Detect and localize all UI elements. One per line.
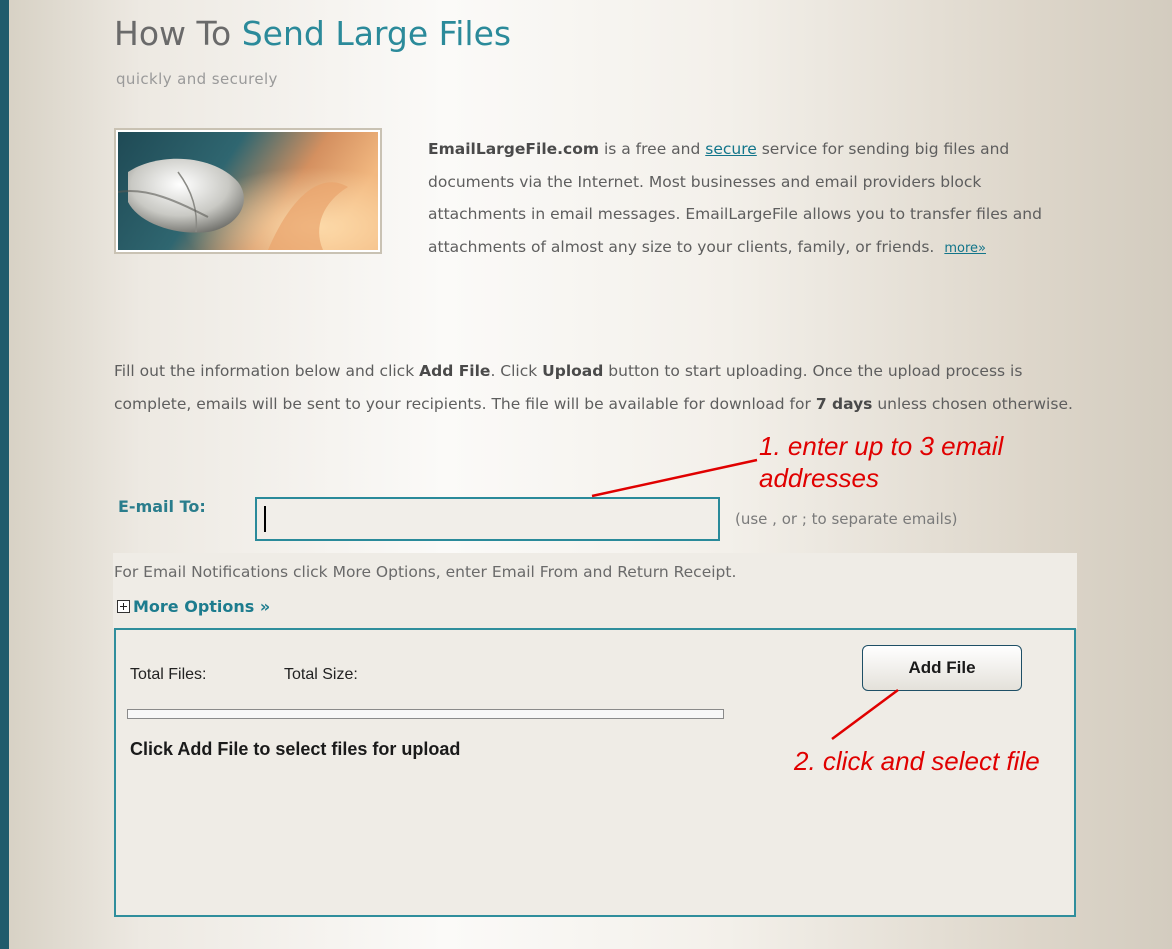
add-file-button[interactable]: Add File	[862, 645, 1022, 691]
page-title-accent: Send Large Files	[241, 14, 512, 53]
secure-link[interactable]: secure	[705, 140, 757, 158]
hero-image	[114, 128, 382, 254]
upload-progress-bar	[127, 709, 724, 719]
info-days: 7 days	[815, 394, 873, 413]
info-part1: Fill out the information below and click	[114, 362, 420, 380]
annotation-step-1: 1. enter up to 3 email addresses	[759, 431, 1004, 493]
more-options-toggle[interactable]: More Options »	[117, 597, 270, 616]
info-add-file: Add File	[419, 362, 491, 380]
upload-instructions: Click Add File to select files for uploa…	[130, 739, 461, 759]
info-upload: Upload	[542, 362, 604, 380]
page-title-prefix: How To	[114, 14, 242, 53]
instructions-paragraph: Fill out the information below and click…	[114, 355, 1079, 420]
left-border-bar	[0, 0, 9, 949]
notification-text: For Email Notifications click More Optio…	[114, 563, 737, 581]
total-files-label: Total Files:	[130, 666, 207, 683]
total-size-label: Total Size:	[284, 666, 358, 683]
expand-plus-icon[interactable]	[117, 600, 130, 613]
intro-text-a: is a free and	[599, 140, 706, 158]
page-subtitle: quickly and securely	[116, 70, 278, 88]
info-part2: . Click	[490, 362, 543, 380]
text-cursor	[264, 506, 266, 532]
email-to-label: E-mail To:	[118, 497, 206, 516]
email-separator-hint: (use , or ; to separate emails)	[735, 510, 958, 528]
info-part4: unless chosen otherwise.	[872, 394, 1073, 413]
annotation-step-2: 2. click and select file	[794, 746, 1040, 776]
brand-name: EmailLargeFile.com	[428, 140, 600, 158]
more-link[interactable]: more»	[944, 241, 986, 256]
arrow-line-1	[591, 458, 758, 498]
more-options-label[interactable]: More Options »	[133, 597, 270, 616]
email-to-input[interactable]	[255, 497, 720, 541]
page-title: How To Send Large Files	[114, 14, 511, 53]
computer-mouse-image	[118, 132, 378, 250]
